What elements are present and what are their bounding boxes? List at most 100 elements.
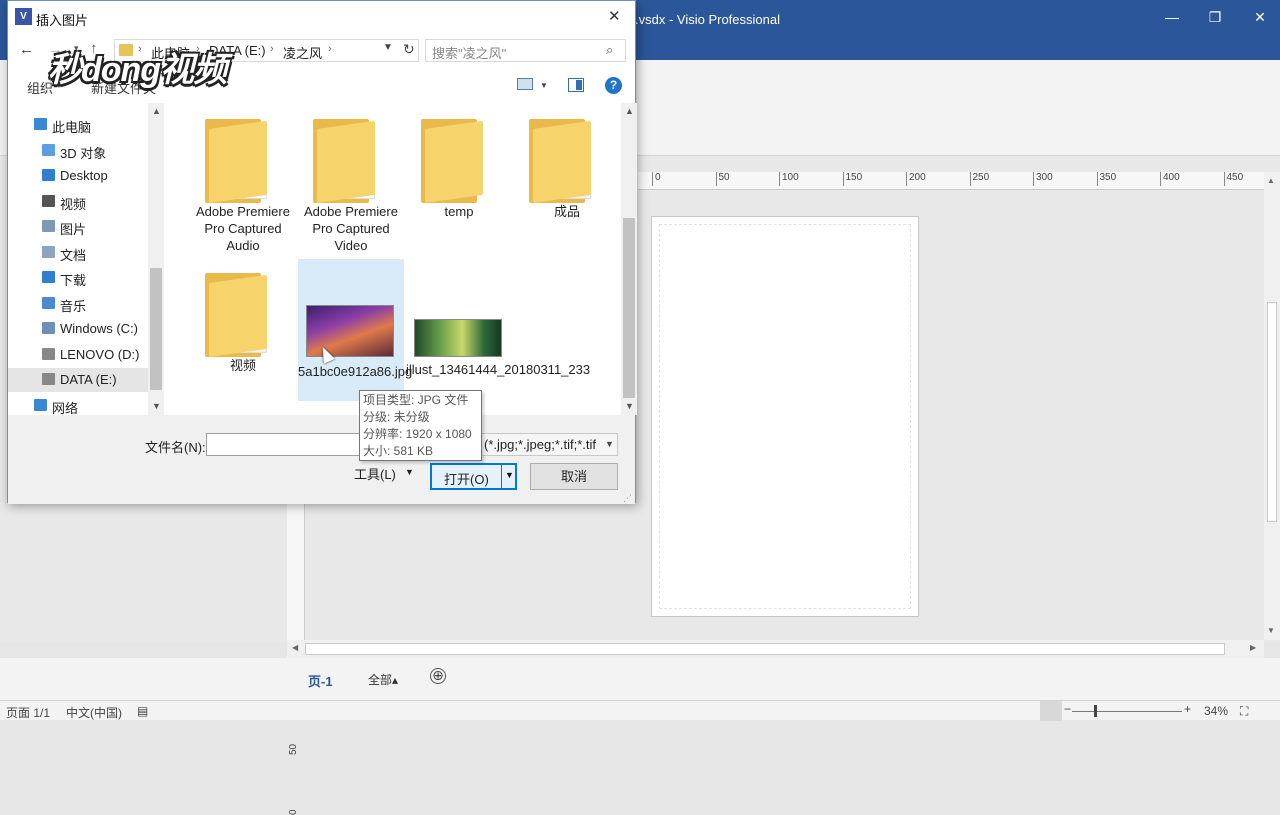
hruler-tick: 0	[652, 172, 661, 186]
resize-grip-icon[interactable]: ⋰	[623, 493, 632, 504]
nav-item[interactable]: 网络	[8, 394, 148, 415]
hruler-tick: 150	[842, 172, 862, 186]
nav-item-label: Desktop	[60, 168, 108, 183]
drawing-page[interactable]	[651, 216, 919, 617]
scroll-down-arrow-icon[interactable]: ▼	[1267, 626, 1275, 635]
scroll-down-arrow-icon[interactable]: ▼	[152, 401, 161, 411]
refresh-icon[interactable]: ↻	[403, 41, 415, 58]
file-item-folder[interactable]: 成品	[514, 109, 620, 247]
chevron-down-icon[interactable]: ▼	[505, 470, 514, 480]
nav-item[interactable]: 文档	[8, 241, 148, 265]
nav-item-label: 文档	[60, 247, 87, 263]
nav-item[interactable]: 图片	[8, 215, 148, 239]
file-item-folder[interactable]: 视频	[190, 263, 296, 401]
tooltip-size: 大小: 581 KB	[363, 444, 434, 458]
back-arrow-icon[interactable]: ←	[19, 41, 34, 58]
file-name: 视频	[229, 358, 256, 373]
open-split-divider	[501, 465, 502, 488]
file-item-folder[interactable]: Adobe Premiere Pro Captured Video	[298, 109, 404, 253]
nav-item[interactable]: 视频	[8, 190, 148, 214]
fit-page-button[interactable]	[1040, 701, 1062, 721]
nav-item-icon	[42, 296, 55, 309]
nav-item-icon	[34, 398, 47, 411]
macro-icon[interactable]: ▤	[137, 704, 148, 718]
nav-item[interactable]: 下载	[8, 266, 148, 290]
scroll-up-arrow-icon[interactable]: ▲	[152, 106, 161, 116]
zoom-slider-thumb[interactable]	[1094, 705, 1097, 717]
nav-item[interactable]: DATA (E:)	[8, 368, 148, 392]
chevron-down-icon[interactable]: ▼	[383, 42, 393, 53]
nav-item[interactable]: Desktop	[8, 164, 148, 188]
scroll-thumb[interactable]	[623, 218, 635, 398]
tab-page-1[interactable]: 页-1	[308, 671, 333, 690]
close-icon[interactable]: ✕	[608, 7, 621, 25]
nav-item[interactable]: 3D 对象	[8, 139, 148, 163]
nav-item-label: 此电脑	[52, 120, 92, 135]
view-mode-icon[interactable]	[517, 78, 533, 90]
restore-button[interactable]: ❐	[1203, 6, 1227, 28]
scroll-thumb[interactable]	[305, 643, 1225, 655]
scroll-thumb[interactable]	[1267, 302, 1277, 522]
search-input[interactable]: 搜索"凌之风" ⌕	[425, 39, 626, 62]
page-indicator[interactable]: 页面 1/1	[6, 704, 50, 721]
nav-item[interactable]: 音乐	[8, 292, 148, 316]
preview-pane-icon[interactable]	[568, 78, 584, 92]
nav-item[interactable]: 此电脑	[8, 113, 148, 137]
file-name: temp	[444, 204, 474, 219]
nav-item-icon	[42, 194, 55, 207]
nav-item[interactable]: Windows (C:)	[8, 317, 148, 341]
status-bar: 页面 1/1 中文(中国) ▤ − + 34% ⛶	[0, 700, 1280, 721]
hruler-tick: 350	[1096, 172, 1116, 186]
file-scrollbar[interactable]: ▲ ▼	[621, 103, 637, 415]
file-item-folder[interactable]: Adobe Premiere Pro Captured Audio	[190, 109, 296, 253]
scroll-up-arrow-icon[interactable]: ▲	[625, 106, 634, 116]
dialog-title-bar: V 插入图片 ✕	[8, 1, 635, 33]
close-window-button[interactable]: ✕	[1248, 6, 1272, 28]
dialog-footer: 文件名(N): (*.jpg;*.jpeg;*.tif;*.tif ▼ 工具(L…	[8, 415, 635, 504]
chevron-down-icon: ▼	[605, 439, 614, 449]
tab-all-pages[interactable]: 全部▴	[368, 671, 398, 688]
tools-button[interactable]: 工具(L)	[354, 464, 396, 483]
scroll-down-arrow-icon[interactable]: ▼	[625, 401, 634, 411]
nav-item-icon	[42, 220, 55, 232]
nav-item-label: 音乐	[60, 298, 87, 314]
zoom-level[interactable]: 34%	[1204, 704, 1228, 718]
chevron-down-icon[interactable]: ▼	[405, 467, 414, 477]
nav-scrollbar[interactable]: ▲ ▼	[148, 103, 164, 415]
scroll-right-arrow-icon[interactable]: ▶	[1250, 643, 1256, 652]
cancel-button[interactable]: 取消	[530, 463, 618, 490]
minimize-button[interactable]: —	[1160, 6, 1184, 28]
visio-window-title: 图.vsdx - Visio Professional	[622, 12, 780, 27]
scroll-left-arrow-icon[interactable]: ◀	[292, 643, 298, 652]
file-item-folder[interactable]: temp	[406, 109, 512, 247]
hruler-tick: 50	[715, 172, 730, 186]
file-info-tooltip: 项目类型: JPG 文件 分级: 未分级 分辨率: 1920 x 1080 大小…	[359, 390, 482, 461]
horizontal-ruler: 0 50 100 150 200 250 300 350 400 450	[638, 172, 1264, 190]
file-item-image[interactable]: illust_13461444_20180311_233	[406, 263, 590, 401]
help-icon[interactable]: ?	[605, 77, 622, 94]
add-page-icon[interactable]: ⊕	[430, 668, 446, 684]
hruler-tick: 200	[906, 172, 926, 186]
chevron-down-icon[interactable]: ▼	[540, 81, 548, 90]
fit-window-icon[interactable]: ⛶	[1240, 704, 1248, 719]
breadcrumb-folder[interactable]: 凌之风	[283, 43, 322, 62]
zoom-in-icon[interactable]: +	[1184, 702, 1191, 716]
search-icon[interactable]: ⌕	[606, 42, 613, 58]
file-item-image[interactable]: 5a1bc0e912a86.jpg	[298, 259, 412, 401]
scroll-up-arrow-icon[interactable]: ▲	[1267, 176, 1275, 185]
file-name: Adobe Premiere Pro Captured Audio	[196, 204, 290, 253]
file-type-select[interactable]: (*.jpg;*.jpeg;*.tif;*.tif ▼	[480, 433, 618, 456]
tooltip-resolution: 分辨率: 1920 x 1080	[363, 427, 472, 441]
language-indicator[interactable]: 中文(中国)	[66, 704, 122, 721]
scroll-thumb[interactable]	[150, 268, 162, 390]
horizontal-scrollbar[interactable]: ◀ ▶	[287, 640, 1264, 658]
zoom-slider[interactable]	[1072, 711, 1182, 712]
page-tabs-bar: 页-1 全部▴ ⊕	[0, 658, 1280, 700]
zoom-out-icon[interactable]: −	[1064, 702, 1071, 716]
open-button[interactable]: 打开(O) ▼	[430, 463, 517, 490]
navigation-pane: ▲ ▼ 此电脑 3D 对象 Desktop 视频 图片文档下载音乐 Windows (C:…	[8, 103, 164, 415]
nav-item[interactable]: LENOVO (D:)	[8, 343, 148, 367]
filename-label: 文件名(N):	[145, 440, 206, 455]
vertical-scrollbar[interactable]: ▲ ▼	[1264, 172, 1280, 640]
nav-item-icon	[34, 118, 47, 130]
